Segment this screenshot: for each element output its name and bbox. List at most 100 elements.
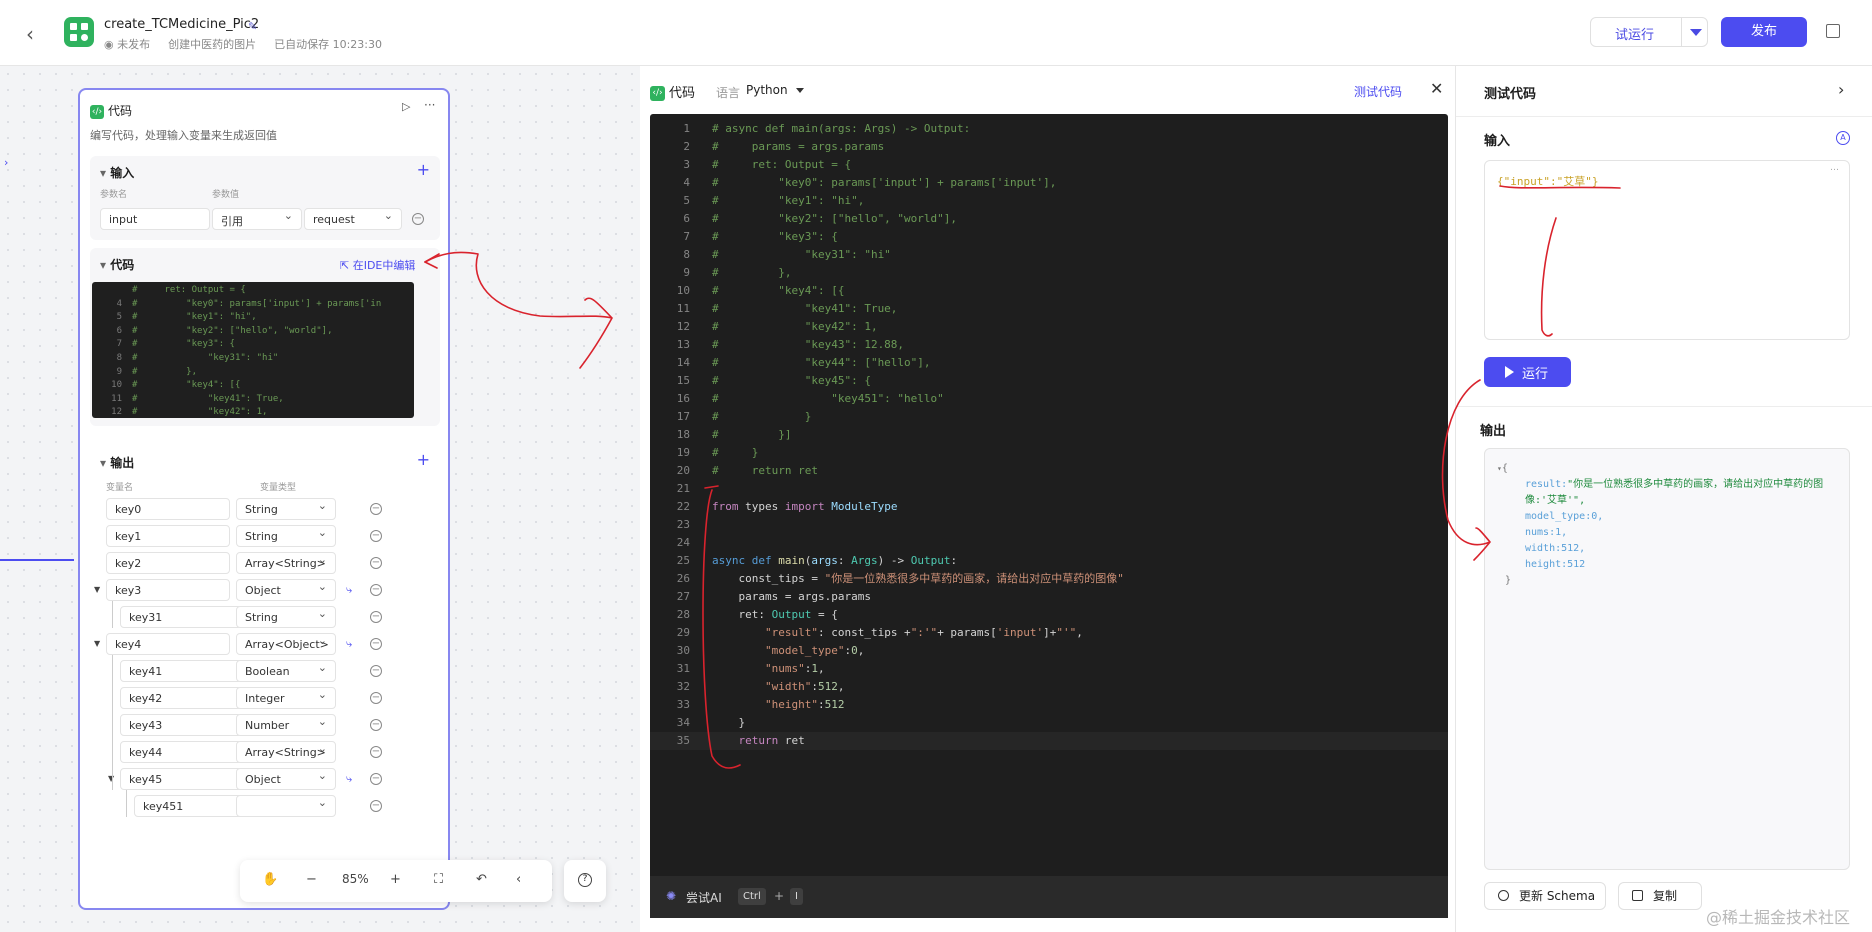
remove-output-icon[interactable]: − [370,746,382,758]
input-name-field[interactable]: input [100,208,210,230]
remove-output-icon[interactable]: − [370,638,382,650]
output-type-select[interactable]: Object [236,579,336,601]
remove-output-icon[interactable]: − [370,800,382,812]
remove-output-icon[interactable]: − [370,692,382,704]
add-output-icon[interactable]: + [417,450,430,469]
line-number: 12 [111,407,122,418]
edit-in-ide-link[interactable]: ⇱ 在IDE中编辑 [340,257,415,273]
remove-output-icon[interactable]: − [370,719,382,731]
fit-view-icon[interactable]: ⛶ [434,872,443,887]
remove-output-icon[interactable]: − [370,530,382,542]
output-type-select[interactable]: String [236,498,336,520]
collapse-panel-icon[interactable]: › [1838,80,1844,99]
publish-button[interactable]: 发布 [1721,17,1807,47]
remove-output-icon[interactable]: − [370,665,382,677]
resize-icon[interactable]: … [1830,163,1839,173]
code-section-title[interactable]: 代码 [100,256,134,273]
output-name-field[interactable]: key42 [120,687,242,709]
input-section-title[interactable]: 输入 [100,164,134,181]
edit-title-icon[interactable]: ✎ [248,20,257,33]
duplicate-icon[interactable] [1826,24,1840,38]
collapse-icon[interactable]: ‹ [516,872,521,887]
hand-tool-icon[interactable]: ✋ [262,872,278,887]
line-number: 6 [116,325,122,336]
add-child-icon[interactable]: ⤷ [346,772,352,786]
output-type-select[interactable]: Array<Object> [236,633,336,655]
code-preview[interactable]: # ret: Output = {4 # "key0": params['inpu… [92,282,414,418]
output-type-select[interactable]: String [236,606,336,628]
output-name-field[interactable]: key45 [120,768,242,790]
output-name-field[interactable]: key44 [120,741,242,763]
test-input-field[interactable]: {"input":"艾草"} … [1484,160,1850,340]
code-line: 20 # return ret [676,464,818,477]
output-type-select[interactable]: Array<String> [236,741,336,763]
output-name-field[interactable]: key43 [120,714,242,736]
add-child-icon[interactable]: ⤷ [346,583,352,597]
run-node-icon[interactable]: ▷ [402,100,410,113]
editor-title: 代码 [669,86,696,101]
expand-row-icon[interactable]: ▼ [94,585,100,594]
try-run-dropdown-icon[interactable] [1681,18,1709,46]
output-type-select[interactable] [236,795,336,817]
expand-row-icon[interactable]: ▼ [94,639,100,648]
add-child-icon[interactable]: ⤷ [346,637,352,651]
language-select[interactable]: Python [746,83,804,97]
zoom-level[interactable]: 85% [342,872,369,886]
line-number: 10 [111,380,122,391]
output-type-select[interactable]: Integer [236,687,336,709]
code-line: 19 # } [676,446,759,459]
add-input-icon[interactable]: + [417,160,430,179]
output-name-field[interactable]: key4 [106,633,230,655]
code-area[interactable]: 1 # async def main(args: Args) -> Output:… [650,114,1448,918]
autosave-status: 已自动保存 10:23:30 [274,38,383,51]
test-code-panel: 测试代码 › 输入 A {"input":"艾草"} … 运行 输出 ▾{ re… [1455,66,1872,932]
output-type-select[interactable]: String [236,525,336,547]
ai-generate-icon[interactable]: A [1836,131,1850,145]
output-type-select[interactable]: Boolean [236,660,336,682]
var-name-label: 变量名 [106,483,134,493]
undo-icon[interactable]: ↶ [476,872,487,887]
remove-output-icon[interactable]: − [370,557,382,569]
output-name-field[interactable]: key3 [106,579,230,601]
test-code-button[interactable]: 测试代码 [1354,83,1402,100]
output-name-field[interactable]: key1 [106,525,230,547]
output-name-field[interactable]: key2 [106,552,230,574]
more-icon[interactable]: ··· [424,98,435,112]
tree-connector [112,601,113,628]
output-name-field[interactable]: key41 [120,660,242,682]
ai-assist-bar[interactable]: ✺ 尝试AI Ctrl + I [650,876,1448,918]
code-line: 34 } [676,716,746,729]
line-text: # "key3": { [132,339,235,350]
expand-panel-icon[interactable]: › [4,156,8,169]
remove-output-icon[interactable]: − [370,773,382,785]
try-run-button[interactable]: 试运行 [1590,17,1708,47]
param-value-label: 参数值 [212,190,240,200]
remove-output-icon[interactable]: − [370,503,382,515]
help-button[interactable]: ? [564,860,606,902]
canvas-toolbar: ✋ − 85% + ⛶ ↶ ‹ [240,860,552,902]
line-text: # "key2": ["hello", "world"], [132,325,333,336]
remove-output-icon[interactable]: − [370,611,382,623]
remove-output-icon[interactable]: − [370,584,382,596]
back-icon[interactable]: ‹ [26,22,34,46]
input-source-select[interactable]: 引用 [212,208,302,230]
update-schema-button[interactable]: 更新 Schema [1484,882,1606,910]
input-value-select[interactable]: request [304,208,402,230]
code-preview-line: 4 # "key0": params['input'] + params['in [92,298,414,312]
remove-input-icon[interactable]: − [412,213,424,225]
run-button[interactable]: 运行 [1484,357,1571,387]
output-section-title[interactable]: 输出 [100,454,134,471]
json-width: width:512, [1525,543,1586,554]
output-type-select[interactable]: Object [236,768,336,790]
output-type-select[interactable]: Array<String> [236,552,336,574]
output-name-field[interactable]: key31 [120,606,242,628]
zoom-in-icon[interactable]: + [390,872,401,887]
code-node[interactable]: ‹/› 代码 ▷ ··· 编写代码，处理输入变量来生成返回值 输入 + 参数名 参… [78,88,450,910]
language-label: 语言 [716,86,741,100]
output-name-field[interactable]: key0 [106,498,230,520]
close-icon[interactable]: ✕ [1430,79,1443,98]
zoom-out-icon[interactable]: − [306,872,317,887]
copy-button[interactable]: 复制 [1618,882,1702,910]
line-number: 11 [111,393,122,404]
output-type-select[interactable]: Number [236,714,336,736]
